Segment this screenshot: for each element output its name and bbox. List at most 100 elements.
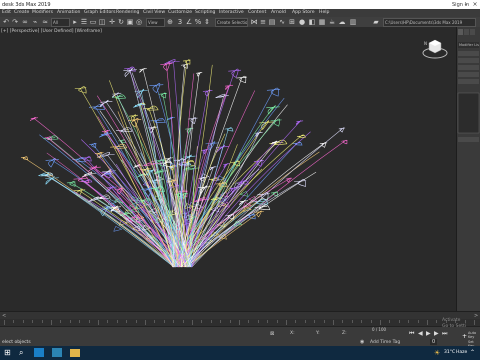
link-icon[interactable]: ∞ (21, 18, 29, 26)
weather-condition[interactable]: Haze (456, 350, 467, 355)
menu-customize[interactable]: Customize (168, 10, 192, 15)
track-tick (51, 320, 52, 325)
menu-animation[interactable]: Animation (57, 10, 80, 15)
windows-start-icon[interactable]: ⊞ (4, 348, 11, 357)
scale-icon[interactable]: ▣ (126, 18, 134, 26)
render-setup-icon[interactable]: ◧ (308, 18, 316, 26)
select-by-name-icon[interactable]: ☰ (80, 18, 88, 26)
angle-snap-icon[interactable]: ∠ (185, 18, 193, 26)
spinner-snap-icon[interactable]: ⇕ (203, 18, 211, 26)
go-to-start-icon[interactable]: ⏮ (409, 330, 414, 338)
menu-help[interactable]: Help (319, 10, 329, 15)
track-tick (98, 320, 99, 325)
x-coordinate-field[interactable]: X: (290, 331, 295, 336)
play-icon[interactable]: ▶ (426, 330, 431, 337)
snap-3d-icon[interactable]: 3 (176, 18, 184, 26)
close-icon[interactable]: × (471, 1, 479, 8)
search-icon[interactable]: ⌕ (19, 348, 23, 358)
track-tick (342, 320, 344, 323)
menu-edit[interactable]: Edit (2, 10, 11, 15)
previous-frame-icon[interactable]: ◀ (418, 330, 423, 337)
go-to-end-icon[interactable]: ⏭ (442, 330, 447, 338)
render-online-icon[interactable]: ☁ (338, 18, 346, 26)
folder-icon[interactable]: ▰ (372, 18, 380, 26)
unlink-icon[interactable]: ⌁ (31, 18, 39, 26)
track-tick (333, 320, 334, 325)
track-tick (295, 320, 297, 323)
modifier-list-dropdown[interactable]: Modifier List (459, 43, 479, 47)
rotate-icon[interactable]: ↻ (117, 18, 125, 26)
key-mode-icon[interactable]: + (462, 333, 467, 340)
menu-content[interactable]: Content (248, 10, 266, 15)
track-tick (107, 320, 109, 323)
rectangular-selection-icon[interactable]: ▭ (89, 18, 97, 26)
track-tick (116, 320, 118, 323)
menu-create[interactable]: Create (14, 10, 29, 15)
bind-space-warp-icon[interactable]: ≈ (41, 18, 49, 26)
project-folder-path[interactable]: C:\Users\HP\Documents\3ds Max 2019 (383, 18, 476, 27)
svg-text:N: N (424, 41, 427, 46)
percent-snap-icon[interactable]: % (194, 18, 202, 26)
system-tray-icon[interactable]: ⌃ (470, 349, 475, 356)
track-tick (314, 320, 316, 323)
named-selection-set-dropdown[interactable]: Create Selection Se (215, 18, 248, 27)
plant-leaf (45, 157, 59, 168)
file-explorer-icon[interactable] (70, 349, 80, 357)
menu-app-store[interactable]: App Store (292, 10, 315, 15)
move-icon[interactable]: ✛ (108, 18, 116, 26)
align-icon[interactable]: ≡ (259, 18, 267, 26)
3ds-max-taskbar-icon[interactable] (52, 348, 62, 357)
add-time-tag-button[interactable]: Add Time Tag (370, 340, 400, 345)
track-tick (427, 320, 428, 325)
mirror-icon[interactable]: ⋈ (250, 18, 258, 26)
rendered-frame-icon[interactable]: ▦ (318, 18, 326, 26)
menu-arnold[interactable]: Arnold (271, 10, 286, 15)
menu-civil-view[interactable]: Civil View (143, 10, 165, 15)
track-tick (276, 320, 278, 323)
toggle-ribbon-icon[interactable]: ▥ (349, 18, 357, 26)
minimize-icon[interactable]: – (462, 1, 470, 8)
next-frame-icon[interactable]: ▶ (434, 330, 439, 337)
render-icon[interactable]: ☕ (328, 18, 336, 26)
select-object-icon[interactable]: ▸ (71, 18, 79, 26)
schematic-view-icon[interactable]: ⊞ (288, 18, 296, 26)
track-tick (408, 320, 410, 323)
undo-icon[interactable]: ↶ (2, 18, 10, 26)
reference-coordinate-dropdown[interactable]: View (146, 18, 165, 27)
track-tick (126, 320, 128, 323)
menu-scripting[interactable]: Scripting (195, 10, 215, 15)
auto-key-button[interactable]: Auto Key (468, 331, 480, 339)
frame-counter-field[interactable]: 0 (430, 339, 438, 345)
plant-leaf (296, 120, 304, 126)
z-coordinate-field[interactable]: Z: (342, 331, 347, 336)
pivot-icon[interactable]: ⊕ (166, 18, 174, 26)
track-tick (41, 320, 43, 323)
y-coordinate-field[interactable]: Y: (316, 331, 320, 336)
redo-icon[interactable]: ↷ (11, 18, 19, 26)
weather-temperature[interactable]: 31°C (444, 350, 455, 355)
viewcube-icon[interactable]: N (420, 33, 450, 63)
edge-browser-icon[interactable] (34, 348, 44, 357)
menu-interactive[interactable]: Interactive (219, 10, 244, 15)
plant-stem (187, 181, 301, 268)
material-editor-icon[interactable]: ● (298, 18, 306, 26)
track-tick (22, 320, 24, 323)
track-tick (173, 320, 175, 323)
track-tick (210, 320, 212, 323)
track-tick (417, 320, 419, 323)
track-tick (60, 320, 62, 323)
track-tick (13, 320, 15, 323)
place-icon[interactable]: ◎ (135, 18, 143, 26)
wireframe-plant-model[interactable] (0, 27, 456, 311)
menu-modifiers[interactable]: Modifiers (32, 10, 53, 15)
window-crossing-icon[interactable]: ◫ (98, 18, 106, 26)
menu-graph-editors[interactable]: Graph Editors (84, 10, 116, 15)
menu-rendering[interactable]: Rendering (116, 10, 139, 15)
lock-selection-icon[interactable]: ⊠ (270, 331, 274, 337)
perspective-viewport[interactable]: [+] [Perspective] [User Defined] [Wirefr… (0, 27, 457, 311)
prompt-line: elect objects (2, 340, 31, 345)
frame-display: 0 / 100 (372, 327, 387, 332)
curve-editor-icon[interactable]: ∿ (278, 18, 286, 26)
selection-filter-dropdown[interactable]: All (51, 18, 70, 27)
layer-explorer-icon[interactable]: ▤ (268, 18, 276, 26)
